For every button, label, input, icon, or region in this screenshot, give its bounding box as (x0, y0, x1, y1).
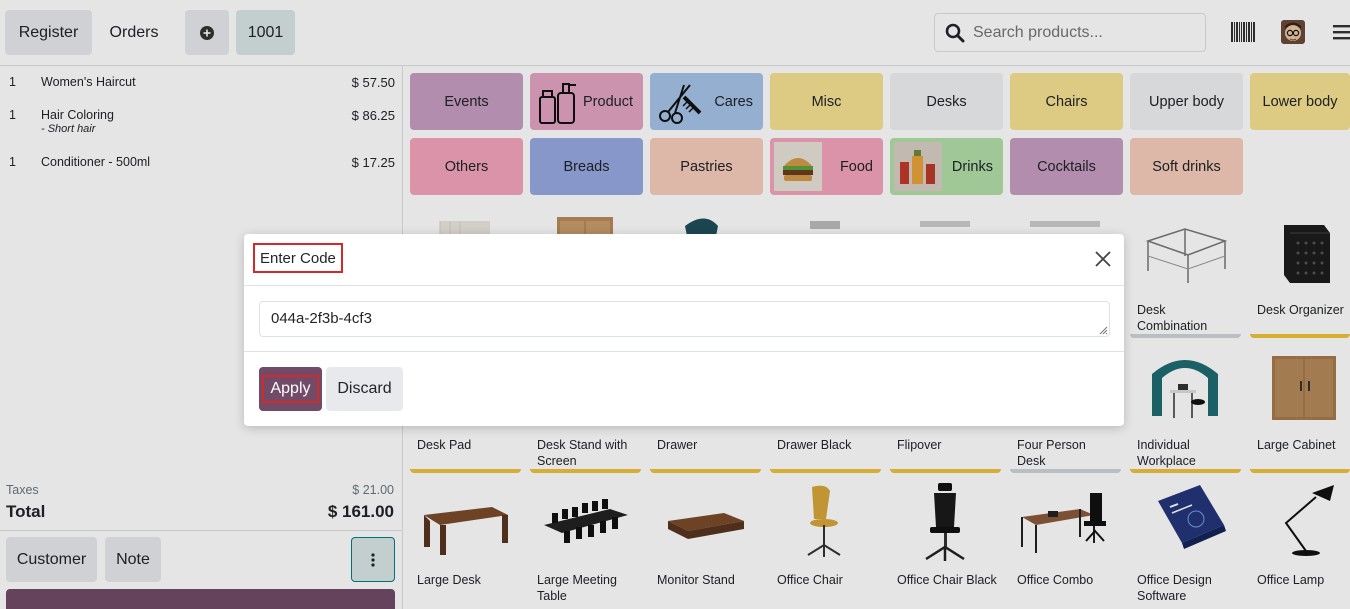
discard-button[interactable]: Discard (326, 367, 403, 411)
apply-label: Apply (262, 375, 319, 403)
dialog-body: 044a-2f3b-4cf3 (244, 286, 1124, 352)
dialog-title: Enter Code (253, 243, 343, 273)
code-input[interactable]: 044a-2f3b-4cf3 (259, 301, 1110, 337)
close-icon[interactable] (1094, 250, 1112, 268)
enter-code-dialog: Enter Code 044a-2f3b-4cf3 Apply Discard (244, 234, 1124, 426)
dialog-header: Enter Code (244, 234, 1124, 286)
apply-button[interactable]: Apply (259, 367, 322, 411)
resize-handle-icon[interactable] (1099, 326, 1108, 335)
